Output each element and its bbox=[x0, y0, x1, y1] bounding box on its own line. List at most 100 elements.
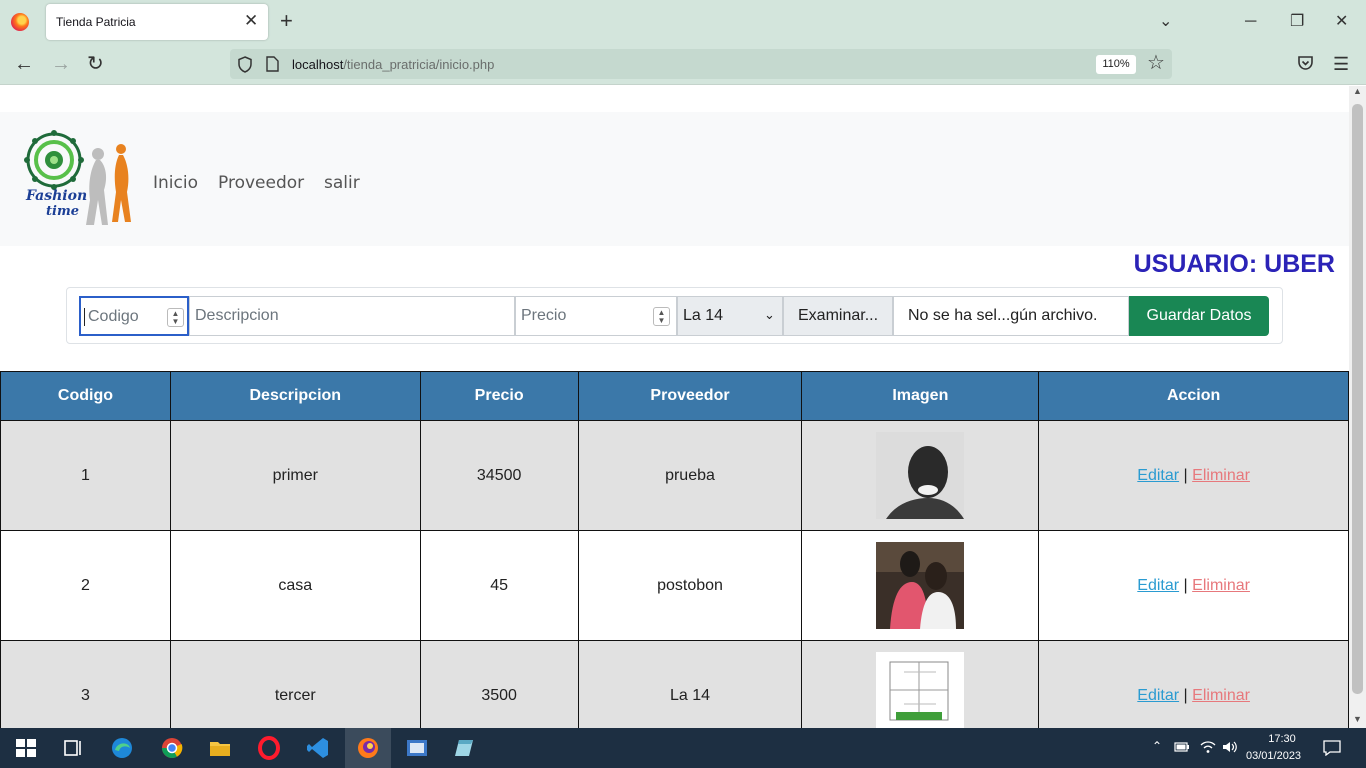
volume-icon[interactable] bbox=[1222, 740, 1238, 754]
restore-icon[interactable]: ❐ bbox=[1290, 12, 1304, 32]
forward-arrow-icon[interactable]: → bbox=[51, 53, 71, 75]
nav-link-salir[interactable]: salir bbox=[324, 173, 360, 193]
page-scrollbar[interactable]: ▲ ▼ bbox=[1349, 86, 1366, 728]
opera-icon[interactable] bbox=[257, 736, 281, 760]
reload-icon[interactable]: ↻ bbox=[87, 53, 104, 75]
notification-center-icon[interactable] bbox=[1323, 740, 1341, 756]
fashion-time-logo[interactable]: Fashion time bbox=[24, 130, 139, 230]
firefox-taskbar-icon[interactable] bbox=[356, 736, 380, 760]
logo-text-time: time bbox=[46, 204, 79, 219]
logo-graphic bbox=[24, 130, 131, 225]
cell-proveedor: prueba bbox=[577, 420, 803, 531]
page-icon bbox=[266, 56, 279, 72]
back-arrow-icon[interactable]: ← bbox=[14, 53, 34, 75]
new-tab-icon[interactable]: + bbox=[280, 9, 293, 33]
edge-icon[interactable] bbox=[110, 736, 134, 760]
cell-precio: 34500 bbox=[419, 420, 579, 531]
table-row: 1 primer 34500 prueba Editar | Eliminar bbox=[0, 420, 1349, 531]
bookmark-star-icon[interactable]: ☆ bbox=[1147, 52, 1165, 74]
user-label: USUARIO: UBER bbox=[1133, 250, 1335, 278]
cell-descripcion: tercer bbox=[169, 640, 421, 728]
window-close-icon[interactable]: ✕ bbox=[1335, 12, 1348, 32]
editar-link[interactable]: Editar bbox=[1137, 577, 1179, 594]
scroll-up-icon[interactable]: ▲ bbox=[1353, 86, 1362, 96]
battery-icon[interactable] bbox=[1174, 741, 1190, 753]
cell-codigo: 2 bbox=[0, 530, 171, 641]
proveedor-select[interactable]: La 14 ⌄ bbox=[677, 296, 783, 336]
tab-close-icon[interactable]: ✕ bbox=[244, 12, 258, 30]
guardar-datos-button[interactable]: Guardar Datos bbox=[1129, 296, 1269, 336]
cell-imagen bbox=[801, 530, 1040, 641]
cell-precio: 3500 bbox=[419, 640, 579, 728]
cell-accion: Editar | Eliminar bbox=[1038, 640, 1349, 728]
cell-accion: Editar | Eliminar bbox=[1038, 530, 1349, 641]
precio-input[interactable]: Precio ▲ ▼ bbox=[515, 296, 677, 336]
precio-spinner-icon[interactable]: ▲ ▼ bbox=[653, 307, 670, 326]
browser-nav-bar: ← → ↻ localhost/tienda_pratricia/inicio.… bbox=[0, 44, 1366, 85]
windows-start-icon[interactable] bbox=[14, 736, 38, 760]
eliminar-link[interactable]: Eliminar bbox=[1192, 687, 1250, 704]
minimize-icon[interactable]: ─ bbox=[1245, 12, 1256, 32]
codigo-placeholder: Codigo bbox=[88, 308, 139, 325]
windows-taskbar: ⌃ 17:30 03/01/2023 bbox=[0, 728, 1366, 768]
descripcion-placeholder: Descripcion bbox=[195, 307, 279, 324]
file-explorer-icon[interactable] bbox=[208, 736, 232, 760]
product-form: Codigo ▲ ▼ Descripcion Precio ▲ ▼ La 14 ⌄ … bbox=[66, 287, 1283, 344]
table-header-row: Codigo Descripcion Precio Proveedor Imag… bbox=[0, 371, 1349, 421]
action-separator: | bbox=[1183, 686, 1188, 704]
editar-link[interactable]: Editar bbox=[1137, 687, 1179, 704]
vscode-icon[interactable] bbox=[306, 736, 330, 760]
codigo-input[interactable]: Codigo ▲ ▼ bbox=[79, 296, 189, 336]
codigo-spinner-icon[interactable]: ▲ ▼ bbox=[167, 308, 184, 327]
header-imagen: Imagen bbox=[801, 371, 1040, 421]
shield-icon[interactable] bbox=[237, 56, 253, 73]
product-image bbox=[876, 652, 965, 728]
descripcion-input[interactable]: Descripcion bbox=[189, 296, 515, 336]
zoom-indicator[interactable]: 110% bbox=[1096, 55, 1136, 74]
clock-date[interactable]: 03/01/2023 bbox=[1246, 750, 1301, 762]
wifi-icon[interactable] bbox=[1200, 740, 1216, 754]
header-codigo: Codigo bbox=[0, 371, 171, 421]
scroll-down-icon[interactable]: ▼ bbox=[1353, 714, 1362, 724]
file-status-text: No se ha sel...gún archivo. bbox=[893, 296, 1129, 336]
header-precio: Precio bbox=[419, 371, 579, 421]
cell-imagen bbox=[801, 640, 1040, 728]
table-row: 2 casa 45 postobon Editar | Eliminar bbox=[0, 530, 1349, 641]
header-proveedor: Proveedor bbox=[577, 371, 803, 421]
proveedor-selected-value: La 14 bbox=[683, 307, 724, 324]
eliminar-link[interactable]: Eliminar bbox=[1192, 467, 1250, 484]
header-accion: Accion bbox=[1038, 371, 1349, 421]
cell-imagen bbox=[801, 420, 1040, 531]
product-image bbox=[876, 432, 965, 519]
tab-list-chevron-icon[interactable]: ⌄ bbox=[1159, 12, 1172, 32]
browser-tab[interactable]: Tienda Patricia ✕ bbox=[46, 4, 268, 40]
header-descripcion: Descripcion bbox=[169, 371, 421, 421]
cell-descripcion: primer bbox=[169, 420, 421, 531]
nav-link-proveedor[interactable]: Proveedor bbox=[218, 173, 304, 193]
table-row: 3 tercer 3500 La 14 Editar | Eliminar bbox=[0, 640, 1349, 728]
scroll-thumb[interactable] bbox=[1352, 104, 1363, 694]
eliminar-link[interactable]: Eliminar bbox=[1192, 577, 1250, 594]
product-image bbox=[876, 542, 965, 629]
notes-app-icon[interactable] bbox=[453, 736, 477, 760]
firefox-icon[interactable] bbox=[11, 13, 29, 31]
visual-basic-icon[interactable] bbox=[405, 736, 429, 760]
pocket-icon[interactable] bbox=[1297, 55, 1314, 71]
cell-proveedor: postobon bbox=[577, 530, 803, 641]
task-view-icon[interactable] bbox=[61, 736, 85, 760]
editar-link[interactable]: Editar bbox=[1137, 467, 1179, 484]
chrome-icon[interactable] bbox=[160, 736, 184, 760]
cell-precio: 45 bbox=[419, 530, 579, 641]
menu-hamburger-icon[interactable]: ☰ bbox=[1333, 53, 1349, 75]
file-browse-button[interactable]: Examinar... bbox=[783, 296, 893, 336]
products-table: Codigo Descripcion Precio Proveedor Imag… bbox=[0, 371, 1349, 728]
site-header: Fashion time Inicio Proveedor salir bbox=[0, 112, 1349, 246]
nav-link-inicio[interactable]: Inicio bbox=[153, 173, 198, 193]
clock-time[interactable]: 17:30 bbox=[1262, 733, 1302, 745]
cell-codigo: 1 bbox=[0, 420, 171, 531]
tray-chevron-up-icon[interactable]: ⌃ bbox=[1152, 739, 1162, 753]
url-bar[interactable]: localhost/tienda_pratricia/inicio.php 11… bbox=[230, 49, 1172, 79]
url-host: localhost bbox=[292, 57, 344, 72]
cell-descripcion: casa bbox=[169, 530, 421, 641]
page-viewport: Fashion time Inicio Proveedor salir USUA… bbox=[0, 86, 1349, 728]
